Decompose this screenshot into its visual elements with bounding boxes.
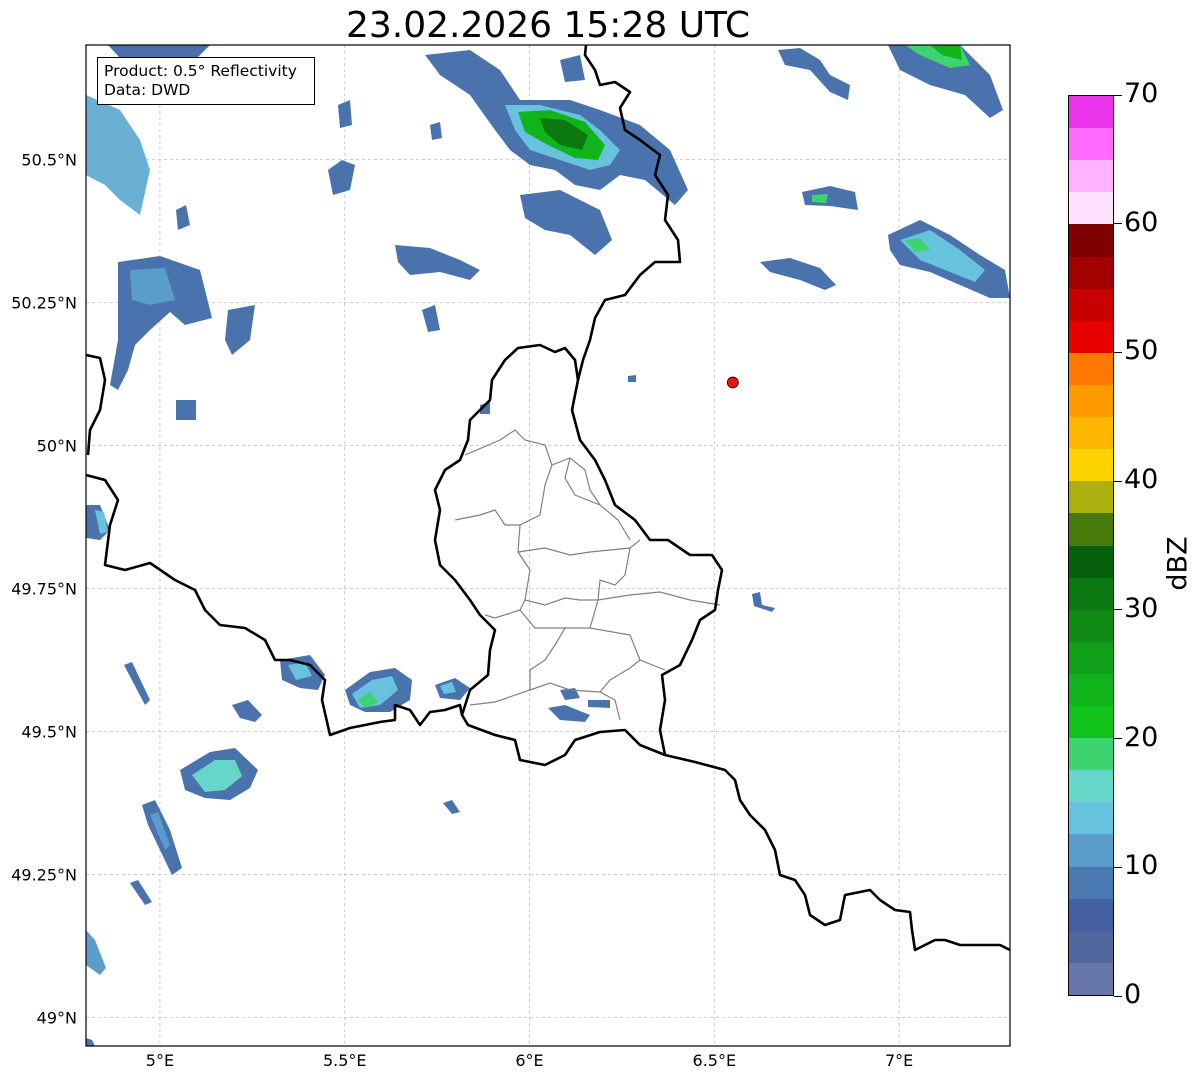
colorbar-segment bbox=[1069, 191, 1113, 225]
colorbar-tick-mark bbox=[1114, 609, 1122, 611]
colorbar-tick-label: 0 bbox=[1124, 979, 1142, 1010]
colorbar-segment bbox=[1069, 609, 1113, 642]
y-axis: 50.5°N 50.25°N 50°N 49.75°N 49.5°N 49.25°N 49°… bbox=[11, 150, 77, 1027]
colorbar-segment bbox=[1069, 898, 1113, 931]
colorbar-segment bbox=[1069, 448, 1113, 482]
colorbar-tick-label: 10 bbox=[1124, 850, 1159, 882]
colorbar-segment bbox=[1069, 673, 1113, 707]
colorbar-segment bbox=[1069, 480, 1113, 514]
colorbar-tick-mark bbox=[1114, 480, 1122, 482]
colorbar-segment bbox=[1069, 801, 1113, 835]
colorbar-segment bbox=[1069, 866, 1113, 899]
colorbar-segment bbox=[1069, 352, 1113, 385]
colorbar-tick-mark bbox=[1114, 995, 1122, 997]
colorbar-segment bbox=[1069, 159, 1113, 193]
echo-cell bbox=[628, 375, 636, 382]
echo-cell bbox=[430, 122, 442, 140]
colorbar-segment bbox=[1069, 737, 1113, 771]
y-tick-label: 49.25°N bbox=[11, 865, 77, 884]
colorbar-segment bbox=[1069, 705, 1113, 739]
product-label: Product: 0.5° Reflectivity bbox=[104, 62, 297, 80]
colorbar-segment bbox=[1069, 320, 1113, 353]
colorbar-tick-mark bbox=[1114, 223, 1122, 225]
colorbar-segment bbox=[1069, 641, 1113, 674]
colorbar-segment bbox=[1069, 127, 1113, 161]
colorbar-tick-label: 20 bbox=[1124, 721, 1159, 753]
echo-cell bbox=[812, 194, 828, 203]
colorbar-tick-label: 60 bbox=[1124, 206, 1159, 238]
colorbar-segment bbox=[1069, 545, 1113, 578]
colorbar-tick-mark bbox=[1114, 351, 1122, 353]
colorbar-tick-mark bbox=[1114, 94, 1122, 96]
echo-cell bbox=[338, 100, 352, 128]
echo-cell bbox=[588, 700, 610, 708]
radar-site-marker bbox=[726, 376, 739, 389]
colorbar-segment bbox=[1069, 512, 1113, 546]
y-tick-label: 50°N bbox=[37, 436, 77, 455]
colorbar-segment bbox=[1069, 384, 1113, 418]
x-tick-label: 5.5°E bbox=[323, 1051, 367, 1070]
echo-cell bbox=[176, 400, 196, 420]
x-tick-label: 7°E bbox=[885, 1051, 913, 1070]
info-box: Product: 0.5° Reflectivity Data: DWD bbox=[97, 57, 315, 105]
data-source-label: Data: DWD bbox=[104, 81, 191, 99]
colorbar-segment bbox=[1069, 769, 1113, 803]
colorbar-segment bbox=[1069, 288, 1113, 321]
colorbar-segment bbox=[1069, 577, 1113, 610]
y-tick-label: 50.5°N bbox=[21, 150, 77, 169]
x-tick-label: 6°E bbox=[515, 1051, 543, 1070]
x-tick-label: 5°E bbox=[146, 1051, 174, 1070]
colorbar-tick-label: 70 bbox=[1124, 78, 1159, 109]
colorbar-tick-label: 50 bbox=[1124, 335, 1159, 367]
y-tick-label: 49°N bbox=[37, 1008, 77, 1027]
colorbar-segment bbox=[1069, 223, 1113, 257]
y-tick-label: 49.75°N bbox=[11, 579, 77, 598]
y-tick-label: 49.5°N bbox=[21, 722, 77, 741]
y-tick-label: 50.25°N bbox=[11, 293, 77, 312]
radar-site-dot bbox=[726, 376, 739, 389]
colorbar-segment bbox=[1069, 95, 1113, 129]
colorbar-tick-mark bbox=[1114, 866, 1122, 868]
x-axis: 5°E 5.5°E 6°E 6.5°E 7°E bbox=[146, 1051, 913, 1070]
colorbar-segment bbox=[1069, 833, 1113, 867]
colorbar-unit-label: dBZ bbox=[1162, 536, 1194, 591]
colorbar-segment bbox=[1069, 416, 1113, 450]
x-tick-label: 6.5°E bbox=[693, 1051, 737, 1070]
colorbar-segment bbox=[1069, 256, 1113, 289]
colorbar-segment bbox=[1069, 962, 1113, 995]
radar-map: 5°E 5.5°E 6°E 6.5°E 7°E 50.5°N 50.25°N 50°N 49.… bbox=[11, 44, 1011, 1070]
colorbar-tick-label: 30 bbox=[1124, 592, 1159, 624]
colorbar-tick-label: 40 bbox=[1124, 464, 1159, 496]
colorbar-tick-mark bbox=[1114, 738, 1122, 740]
colorbar-segment bbox=[1069, 930, 1113, 963]
colorbar bbox=[1068, 95, 1114, 996]
